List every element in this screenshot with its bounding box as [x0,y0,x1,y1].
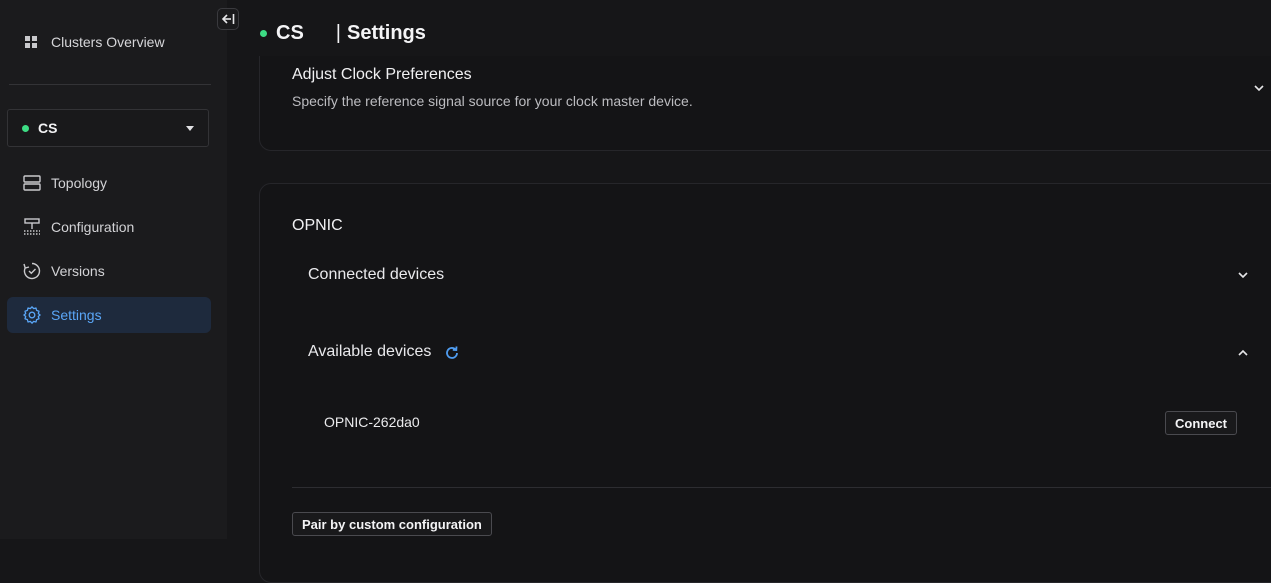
collapse-left-icon [221,14,235,24]
clock-preferences-description: Specify the reference signal source for … [292,93,693,109]
cluster-selector-name: CS [38,120,58,136]
cluster-selector[interactable]: CS [7,109,209,147]
chevron-down-icon[interactable] [1236,268,1250,282]
collapse-sidebar-button[interactable] [217,8,239,30]
page-header: CS | Settings [260,20,426,46]
gear-icon [23,306,41,324]
sidebar-item-label: Topology [51,175,108,191]
opnic-card: OPNIC Connected devices Available device… [259,183,1271,583]
sidebar-item-label: Settings [51,307,102,323]
available-devices-header[interactable]: Available devices [308,343,431,361]
page-title: Settings [347,21,426,44]
header-cluster-name: CS [276,21,304,44]
sidebar: Clusters Overview CS Topology Configurat… [0,0,227,539]
clusters-overview-label: Clusters Overview [51,34,165,50]
device-name: OPNIC-262da0 [324,414,420,430]
refresh-icon[interactable] [444,345,460,361]
section-divider [292,487,1271,488]
clock-preferences-card: Adjust Clock Preferences Specify the ref… [259,56,1271,151]
topology-icon [23,175,41,191]
chevron-up-icon[interactable] [1236,346,1250,360]
grid-icon [25,36,37,48]
sidebar-divider [9,84,211,85]
chevron-down-icon[interactable] [1252,81,1266,95]
versions-icon [23,262,41,280]
pair-custom-config-button[interactable]: Pair by custom configuration [292,512,492,536]
connected-devices-header[interactable]: Connected devices [308,266,444,284]
sidebar-item-settings[interactable]: Settings [7,297,211,333]
configuration-icon [24,218,40,235]
connect-button[interactable]: Connect [1165,411,1237,435]
sidebar-item-versions[interactable]: Versions [7,253,211,289]
opnic-title: OPNIC [292,217,343,234]
sidebar-item-topology[interactable]: Topology [7,165,211,201]
caret-down-icon [186,125,194,131]
cluster-status-dot [260,29,267,37]
sidebar-item-label: Versions [51,263,105,279]
sidebar-item-label: Configuration [51,219,135,235]
clusters-overview-link[interactable]: Clusters Overview [24,32,165,52]
cluster-status-dot [22,124,29,132]
clock-preferences-title: Adjust Clock Preferences [292,66,472,83]
header-separator: | [335,21,341,44]
sidebar-item-configuration[interactable]: Configuration [7,209,211,245]
